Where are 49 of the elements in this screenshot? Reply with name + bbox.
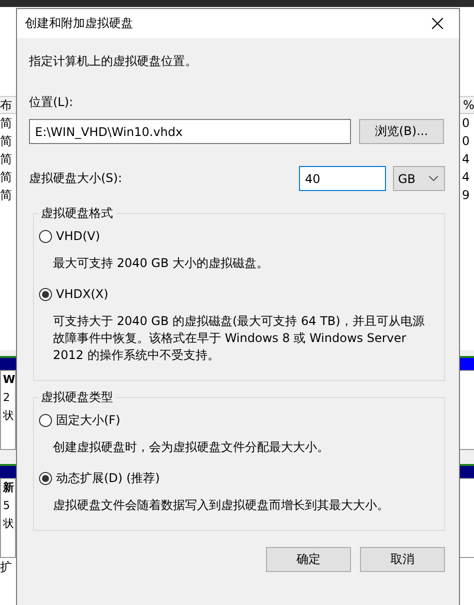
option-label[interactable]: 动态扩展(D) (推荐) [56,470,160,487]
table-cell-text: 简 [0,115,13,132]
close-icon [432,18,442,29]
option-label[interactable]: 固定大小(F) [56,412,120,429]
disk-status: 状 [3,408,14,424]
table-cell-text: 4 [461,151,471,168]
legend-label: 扩 [0,559,13,576]
disk-size: 5 [3,498,10,514]
radio-button[interactable] [39,472,52,485]
group-title: 虚拟硬盘格式 [38,205,116,222]
table-cell-text: 简 [0,169,13,186]
table-cell-text: 简 [0,133,13,150]
column-header: 布 [0,96,16,114]
size-label: 虚拟硬盘大小(S): [29,170,122,187]
unit-dropdown[interactable]: GB [393,166,445,191]
partition-bar [0,464,16,478]
disk-status: 状 [3,516,14,532]
column-header: % [460,96,474,114]
instruction-text: 指定计算机上的虚拟硬盘位置。 [29,53,198,70]
radio-button[interactable] [39,230,52,243]
window-title: 创建和附加虚拟硬盘 [25,15,133,32]
option-description: 创建虚拟硬盘时，会为虚拟硬盘文件分配最大大小。 [53,439,330,456]
ok-button[interactable]: 确定 [266,547,351,572]
option-description: 虚拟硬盘文件会随着数据写入到虚拟硬盘而增长到其最大大小。 [53,497,390,514]
partition-bar [460,464,474,478]
table-cell-text: 9 [461,187,471,204]
group-title: 虚拟硬盘类型 [38,389,116,406]
radio-button[interactable] [39,288,52,301]
table-cell-text: 简 [0,187,13,204]
location-field[interactable]: E:\WIN_VHD\Win10.vhdx [29,119,351,144]
cancel-button[interactable]: 取消 [360,547,445,572]
table-cell-text: 0 [461,115,471,132]
table-cell-text: 0 [461,133,471,150]
disk-name: 新 [3,480,14,496]
partition-bar [0,356,16,370]
location-label: 位置(L): [29,94,74,111]
option-label[interactable]: VHD(V) [56,228,100,245]
chevron-down-icon [429,176,438,181]
size-field[interactable]: 40 [299,166,386,191]
table-cell-text: 4 [461,169,471,186]
option-label[interactable]: VHDX(X) [56,286,108,303]
radio-button[interactable] [39,414,52,427]
partition-bar [460,356,474,370]
browse-button[interactable]: 浏览(B)... [359,119,444,144]
option-description: 可支持大于 2040 GB 的虚拟磁盘(最大可支持 64 TB)，并且可从电源故障事件中恢复。该格式在早于 Windows 8 或 Windows Server 2012 的操作系统中不受支持。 [53,313,426,364]
option-description: 最大可支持 2040 GB 大小的虚拟磁盘。 [53,255,270,272]
table-cell-text: 简 [0,151,13,168]
disk-name: W [3,372,16,388]
disk-size: 2 [3,390,10,406]
